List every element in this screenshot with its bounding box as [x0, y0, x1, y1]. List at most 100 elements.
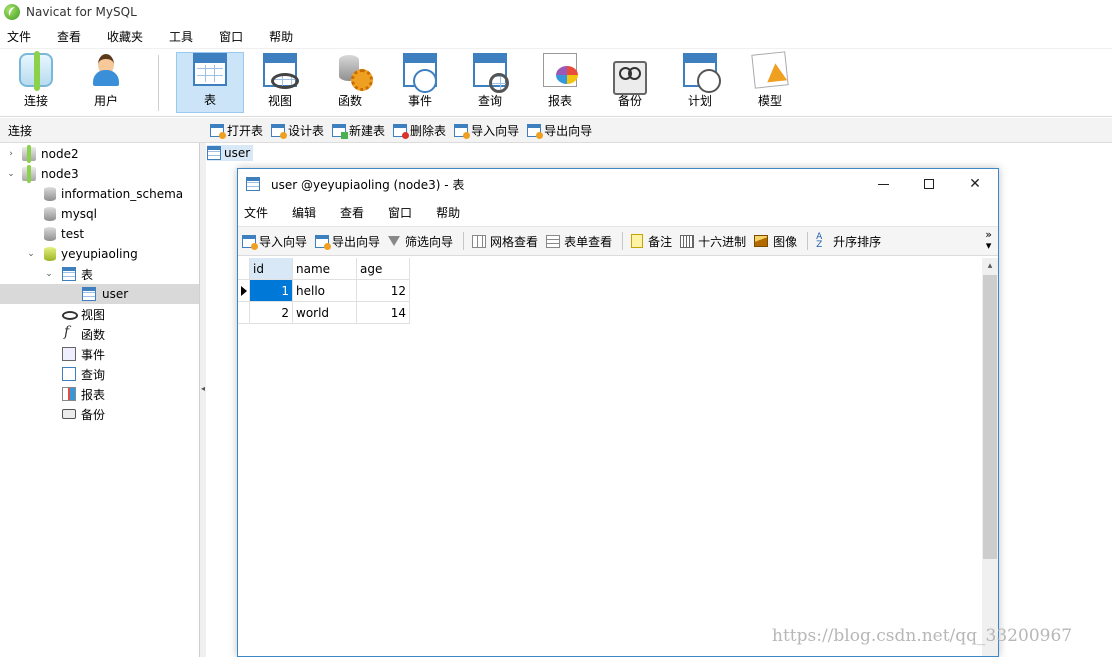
- grid-header-corner: [238, 258, 250, 280]
- export-wizard-button[interactable]: 导出向导: [527, 122, 592, 139]
- hex-icon: [680, 234, 695, 248]
- view-icon: [263, 53, 299, 89]
- toolbar-query-button[interactable]: 查询: [456, 52, 524, 113]
- collapse-caret-icon[interactable]: ⌄: [26, 249, 36, 259]
- column-header-name[interactable]: name: [293, 258, 357, 280]
- toolbar-report-button[interactable]: 报表: [526, 52, 594, 113]
- close-button[interactable]: ✕: [952, 169, 998, 199]
- tree-item-information-schema[interactable]: information_schema: [0, 184, 199, 204]
- tree-item-queries[interactable]: 查询: [0, 364, 199, 384]
- minimize-button[interactable]: [860, 169, 906, 199]
- column-header-age[interactable]: age: [357, 258, 410, 280]
- toolbar-table-button[interactable]: 表: [176, 52, 244, 113]
- connection-icon: [22, 145, 36, 163]
- tree-item-events[interactable]: 事件: [0, 344, 199, 364]
- collapse-caret-icon[interactable]: ⌄: [44, 269, 54, 279]
- schedule-icon: [683, 53, 721, 93]
- toolbar-report-label: 报表: [547, 94, 572, 108]
- new-table-icon: [332, 123, 349, 139]
- grid-cell-id[interactable]: 2: [250, 302, 293, 324]
- grid-cell-name[interactable]: world: [293, 302, 357, 324]
- menu-help[interactable]: 帮助: [262, 28, 306, 45]
- filter-wizard-button[interactable]: 筛选向导: [388, 233, 453, 250]
- child-menu-window[interactable]: 窗口: [382, 204, 426, 221]
- export-wizard-button[interactable]: 导出向导: [315, 233, 380, 250]
- toolbar-overflow-button[interactable]: » ▾: [985, 229, 992, 251]
- toolbar-function-button[interactable]: 函数: [316, 52, 384, 113]
- watermark-text: https://blog.csdn.net/qq_33200967: [772, 626, 1073, 646]
- database-icon: [44, 187, 56, 201]
- sort-ascending-button[interactable]: A Z 升序排序: [816, 233, 881, 250]
- import-wizard-button[interactable]: 导入向导: [454, 122, 519, 139]
- navicat-logo-icon: [4, 4, 20, 20]
- toolbar-backup-button[interactable]: 备份: [596, 52, 664, 113]
- tree-item-mysql[interactable]: mysql: [0, 204, 199, 224]
- form-view-button[interactable]: 表单查看: [546, 233, 612, 250]
- menu-bar: 文件 查看 收藏夹 工具 窗口 帮助: [0, 24, 1112, 49]
- grid-cell-age[interactable]: 12: [357, 280, 410, 302]
- scroll-up-icon[interactable]: ▴: [982, 258, 998, 275]
- tree-item-node3[interactable]: ⌄ node3: [0, 164, 199, 184]
- function-icon: [62, 324, 76, 341]
- tree-item-reports[interactable]: 报表: [0, 384, 199, 404]
- object-user-label: user: [224, 146, 251, 160]
- tree-item-node2[interactable]: › node2: [0, 144, 199, 164]
- tree-item-user-table[interactable]: user: [0, 284, 199, 304]
- object-user-table[interactable]: user: [207, 145, 254, 161]
- tree-item-label: information_schema: [61, 187, 184, 201]
- maximize-button[interactable]: [906, 169, 952, 199]
- grid-view-button[interactable]: 网格查看: [472, 233, 538, 250]
- hex-button[interactable]: 十六进制: [680, 233, 746, 250]
- tree-item-test[interactable]: test: [0, 224, 199, 244]
- child-menu-help[interactable]: 帮助: [430, 204, 474, 221]
- menu-view[interactable]: 查看: [50, 28, 94, 45]
- image-button[interactable]: 图像: [754, 233, 797, 250]
- child-menu-file[interactable]: 文件: [238, 204, 282, 221]
- toolbar-schedule-button[interactable]: 计划: [666, 52, 734, 113]
- toolbar-connection-button[interactable]: 连接: [2, 51, 70, 113]
- toolbar-schedule-label: 计划: [687, 94, 712, 108]
- toolbar-user-button[interactable]: 用户: [72, 52, 140, 113]
- toolbar-event-label: 事件: [407, 94, 432, 108]
- scrollbar-thumb[interactable]: [983, 275, 997, 559]
- collapse-caret-icon[interactable]: ⌄: [6, 169, 16, 179]
- import-wizard-button[interactable]: 导入向导: [242, 233, 307, 250]
- new-table-button[interactable]: 新建表: [332, 122, 385, 139]
- note-button[interactable]: 备注: [631, 233, 672, 250]
- toolbar-view-button[interactable]: 视图: [246, 52, 314, 113]
- child-window-title: user @yeyupiaoling (node3) - 表: [271, 177, 465, 192]
- menu-favorites[interactable]: 收藏夹: [100, 28, 156, 45]
- main-toolbar: 连接 用户 表 视图 函数 事件 查询 报表 备份 计划 模型: [0, 49, 1112, 117]
- vertical-scrollbar[interactable]: ▴: [982, 258, 998, 656]
- child-menu-view[interactable]: 查看: [334, 204, 378, 221]
- child-menu-edit[interactable]: 编辑: [286, 204, 330, 221]
- table-icon: [246, 177, 260, 191]
- design-table-button[interactable]: 设计表: [271, 122, 324, 139]
- connection-tree: › node2 ⌄ node3 information_schema mysql…: [0, 143, 200, 657]
- toolbar-event-button[interactable]: 事件: [386, 52, 454, 113]
- toolbar-separator: [622, 232, 624, 250]
- menu-tools[interactable]: 工具: [162, 28, 206, 45]
- tree-item-views[interactable]: 视图: [0, 304, 199, 324]
- open-table-button[interactable]: 打开表: [210, 122, 263, 139]
- menu-window[interactable]: 窗口: [212, 28, 256, 45]
- grid-cell-age[interactable]: 14: [357, 302, 410, 324]
- row-indicator[interactable]: [238, 302, 250, 324]
- column-header-id[interactable]: id: [250, 258, 293, 280]
- expand-caret-icon[interactable]: ›: [6, 149, 16, 159]
- tree-item-label: 表: [81, 267, 94, 282]
- row-indicator-current[interactable]: [238, 280, 250, 302]
- tree-item-tables[interactable]: ⌄ 表: [0, 264, 199, 284]
- tree-item-functions[interactable]: 函数: [0, 324, 199, 344]
- toolbar-model-button[interactable]: 模型: [736, 51, 804, 113]
- tree-item-yeyupiaoling[interactable]: ⌄ yeyupiaoling: [0, 244, 199, 264]
- tree-item-backups[interactable]: 备份: [0, 404, 199, 424]
- event-icon: [403, 53, 437, 93]
- minimize-icon: [877, 183, 889, 185]
- export-wizard-icon: [315, 234, 332, 250]
- tree-item-label: 视图: [81, 307, 106, 322]
- grid-cell-name[interactable]: hello: [293, 280, 357, 302]
- grid-cell-id[interactable]: 1: [250, 280, 293, 302]
- delete-table-button[interactable]: 删除表: [393, 122, 446, 139]
- menu-file[interactable]: 文件: [0, 28, 44, 45]
